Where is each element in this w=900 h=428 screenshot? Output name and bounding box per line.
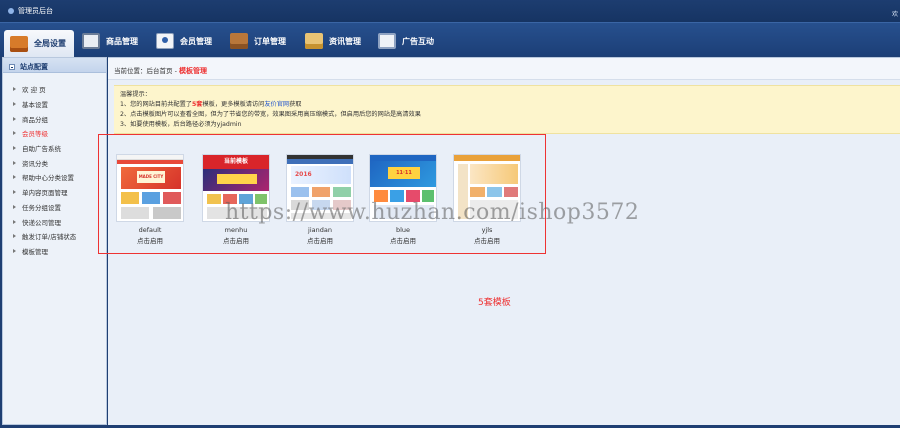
arrow-right-icon	[13, 248, 16, 253]
sidebar-item-label: 单内容页面管理	[22, 189, 68, 198]
tips-text: 获取	[289, 101, 302, 108]
sidebar-item-news-categories[interactable]: 资讯分类	[3, 155, 106, 170]
nav-tab-ads[interactable]: 广告互动	[378, 28, 434, 54]
order-icon	[230, 33, 248, 49]
app-title: 管理员后台	[8, 6, 53, 16]
tips-panel: 温馨提示： 1、您的网站目前共配置了5套模板，更多模板请访问友价官网获取 2、点…	[114, 85, 900, 134]
arrow-right-icon	[13, 175, 16, 180]
nav-tab-members[interactable]: 会员管理	[156, 28, 212, 54]
app-title-text: 管理员后台	[18, 7, 53, 15]
template-count-highlight: 5套	[192, 101, 203, 108]
sidebar-item-label: 模板管理	[22, 247, 48, 256]
banner-text: 2016	[291, 166, 351, 184]
arrow-right-icon	[13, 219, 16, 224]
arrow-right-icon	[13, 190, 16, 195]
template-thumbnail[interactable]: MADE CITY	[116, 154, 184, 222]
sidebar-item-label: 欢 迎 页	[22, 86, 46, 95]
nav-tab-label: 会员管理	[180, 36, 212, 46]
breadcrumb-current: 模板管理	[178, 67, 207, 75]
sidebar-item-task-groups[interactable]: 任务分组设置	[3, 200, 106, 215]
nav-tab-global-settings[interactable]: 全局设置	[4, 30, 74, 57]
sidebar-item-label: 自助广告系统	[22, 145, 61, 154]
app-logo-icon	[8, 8, 14, 14]
sidebar-item-self-ad-system[interactable]: 自助广告系统	[3, 141, 106, 156]
sidebar-item-label: 帮助中心分类设置	[22, 174, 74, 183]
template-name: blue	[395, 226, 411, 234]
enable-template-link[interactable]: 点击启用	[453, 235, 521, 245]
official-site-link[interactable]: 友价官网	[264, 101, 289, 108]
sidebar-item-goods-groups[interactable]: 商品分组	[3, 111, 106, 126]
ad-icon	[378, 33, 396, 49]
arrow-right-icon	[13, 160, 16, 165]
sidebar-item-label: 任务分组设置	[22, 203, 61, 212]
template-card-default: MADE CITY default 点击启用	[116, 154, 184, 245]
arrow-right-icon	[13, 87, 16, 92]
sidebar-item-label: 快递公司管理	[22, 218, 61, 227]
banner-text: MADE CITY	[137, 171, 165, 183]
breadcrumb: 当前位置：后台首页 - 模板管理	[108, 58, 900, 80]
sidebar-item-label: 商品分组	[22, 115, 48, 124]
template-name: default	[138, 226, 162, 234]
template-name: jiandan	[308, 226, 332, 234]
nav-tab-label: 广告互动	[402, 36, 434, 46]
sidebar-menu: 欢 迎 页 基本设置 商品分组 会员等级 自助广告系统 资讯分类 帮助中心分类设…	[3, 73, 106, 258]
sidebar-item-trigger-order-status[interactable]: 触发订单/店铺状态	[3, 229, 106, 244]
enable-template-link[interactable]: 点击启用	[202, 235, 270, 245]
arrow-right-icon	[13, 102, 16, 107]
sidebar-item-label: 资讯分类	[22, 159, 48, 168]
sidebar-item-single-pages[interactable]: 单内容页面管理	[3, 185, 106, 200]
enable-template-link[interactable]: 点击启用	[369, 235, 437, 245]
enable-template-link[interactable]: 点击启用	[116, 235, 184, 245]
nav-tab-label: 商品管理	[106, 36, 138, 46]
tips-title: 温馨提示：	[120, 91, 151, 98]
sidebar-item-welcome[interactable]: 欢 迎 页	[3, 82, 106, 97]
goods-icon	[82, 33, 100, 49]
nav-tab-label: 订单管理	[254, 36, 286, 46]
breadcrumb-prefix: 当前位置：后台首页 -	[114, 67, 179, 75]
arrow-right-icon	[13, 131, 16, 136]
sidebar-item-help-categories[interactable]: 帮助中心分类设置	[3, 170, 106, 185]
sidebar: 站点配置 欢 迎 页 基本设置 商品分组 会员等级 自助广告系统 资讯分类 帮助…	[2, 57, 107, 425]
collapse-icon[interactable]	[9, 63, 15, 70]
sidebar-item-express-companies[interactable]: 快递公司管理	[3, 214, 106, 229]
nav-tab-label: 资讯管理	[329, 36, 361, 46]
welcome-text: 欢	[891, 11, 898, 18]
tips-text: 模板，更多模板请访问	[202, 101, 265, 108]
arrow-right-icon	[13, 204, 16, 209]
watermark-text: https://www.huzhan.com/ishop3572	[225, 200, 640, 225]
arrow-right-icon	[13, 146, 16, 151]
sidebar-item-template-management[interactable]: 模板管理	[3, 244, 106, 259]
banner-text: 11·11	[388, 167, 420, 179]
banner-text: 当前模板	[203, 155, 269, 169]
arrow-right-icon	[13, 234, 16, 239]
member-icon	[156, 33, 174, 49]
template-name: menhu	[224, 226, 248, 234]
nav-tab-label: 全局设置	[34, 39, 66, 48]
top-nav: 全局设置 商品管理 会员管理 订单管理 资讯管理 广告互动	[0, 22, 900, 57]
template-name: yjls	[481, 226, 493, 234]
enable-template-link[interactable]: 点击启用	[286, 235, 354, 245]
nav-tab-news[interactable]: 资讯管理	[305, 28, 361, 54]
nav-tab-goods[interactable]: 商品管理	[82, 28, 138, 54]
arrow-right-icon	[13, 116, 16, 121]
title-bar: 管理员后台 欢	[0, 0, 900, 22]
tips-line-2: 2、点击模板图片可以查看全图，但为了节省您的带宽，效果图采用高压缩模式，但启用后…	[120, 111, 421, 118]
settings-icon	[10, 35, 28, 52]
sidebar-item-label: 触发订单/店铺状态	[22, 233, 77, 242]
sidebar-header-label: 站点配置	[20, 62, 48, 71]
sidebar-item-basic-settings[interactable]: 基本设置	[3, 97, 106, 112]
sidebar-item-label: 基本设置	[22, 101, 48, 110]
tips-text: 1、您的网站目前共配置了	[120, 101, 192, 108]
tips-line-1: 1、您的网站目前共配置了5套模板，更多模板请访问友价官网获取	[120, 100, 900, 110]
sidebar-header[interactable]: 站点配置	[3, 58, 106, 73]
sidebar-item-member-levels[interactable]: 会员等级	[3, 126, 106, 141]
template-count-label: 5套模板	[478, 298, 511, 308]
nav-tab-orders[interactable]: 订单管理	[230, 28, 286, 54]
tips-line-3: 3、如要使用模板，后台路径必须为yjadmin	[120, 121, 242, 128]
sidebar-item-label: 会员等级	[22, 130, 48, 139]
news-icon	[305, 33, 323, 49]
